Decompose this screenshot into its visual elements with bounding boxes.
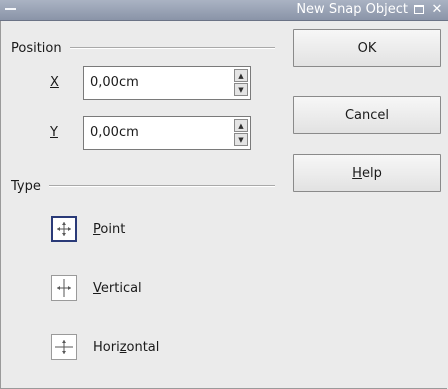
y-spinbox[interactable]: ▲ ▼ xyxy=(83,116,251,150)
help-mnemonic: H xyxy=(352,165,362,181)
type-vertical-mnemonic: V xyxy=(93,280,101,296)
type-separator xyxy=(48,185,275,187)
position-separator xyxy=(69,47,275,49)
type-section-title: Type xyxy=(11,178,41,194)
type-point-label: Point xyxy=(93,222,125,237)
type-vertical-rest: ertical xyxy=(100,280,142,296)
type-horizontal-rest: ontal xyxy=(126,339,160,355)
x-spin-arrows[interactable]: ▲ ▼ xyxy=(234,69,248,97)
x-label-mnemonic: X xyxy=(50,75,59,90)
position-section-title: Position xyxy=(11,40,62,56)
x-spin-up-icon[interactable]: ▲ xyxy=(234,69,248,82)
type-option-point[interactable]: Point xyxy=(51,216,125,242)
type-horizontal-before: Hori xyxy=(93,339,120,355)
type-vertical-label: Vertical xyxy=(93,281,142,296)
type-option-vertical[interactable]: Vertical xyxy=(51,275,142,301)
position-section-header: Position xyxy=(11,40,275,56)
y-label: Y xyxy=(50,125,70,140)
window-title: New Snap Object xyxy=(296,2,408,17)
y-spin-arrows[interactable]: ▲ ▼ xyxy=(234,119,248,147)
title-bar[interactable]: New Snap Object ✕ xyxy=(0,0,448,21)
dialog-body: Position X ▲ ▼ Y ▲ ▼ Type xyxy=(0,21,447,389)
snap-vertical-line-icon[interactable] xyxy=(51,275,77,301)
close-icon[interactable]: ✕ xyxy=(428,2,446,18)
cancel-button[interactable]: Cancel xyxy=(293,96,441,134)
type-horizontal-label: Horizontal xyxy=(93,340,159,355)
type-point-rest: oint xyxy=(100,221,126,237)
y-label-mnemonic: Y xyxy=(50,125,58,140)
x-spin-down-icon[interactable]: ▼ xyxy=(234,83,248,96)
x-input[interactable] xyxy=(90,75,210,90)
x-label: X xyxy=(50,75,70,90)
window-menu-icon[interactable] xyxy=(4,3,18,15)
help-button[interactable]: Help xyxy=(293,154,441,192)
ok-button[interactable]: OK xyxy=(293,29,441,67)
y-input[interactable] xyxy=(90,125,210,140)
snap-horizontal-line-icon[interactable] xyxy=(51,334,77,360)
x-spinbox[interactable]: ▲ ▼ xyxy=(83,66,251,100)
type-section-header: Type xyxy=(11,178,275,194)
type-horizontal-mnemonic: z xyxy=(119,339,127,355)
snap-point-icon[interactable] xyxy=(51,216,77,242)
type-option-horizontal[interactable]: Horizontal xyxy=(51,334,159,360)
help-rest: elp xyxy=(361,165,382,181)
maximize-icon[interactable] xyxy=(414,5,424,14)
y-spin-down-icon[interactable]: ▼ xyxy=(234,133,248,146)
y-spin-up-icon[interactable]: ▲ xyxy=(234,119,248,132)
